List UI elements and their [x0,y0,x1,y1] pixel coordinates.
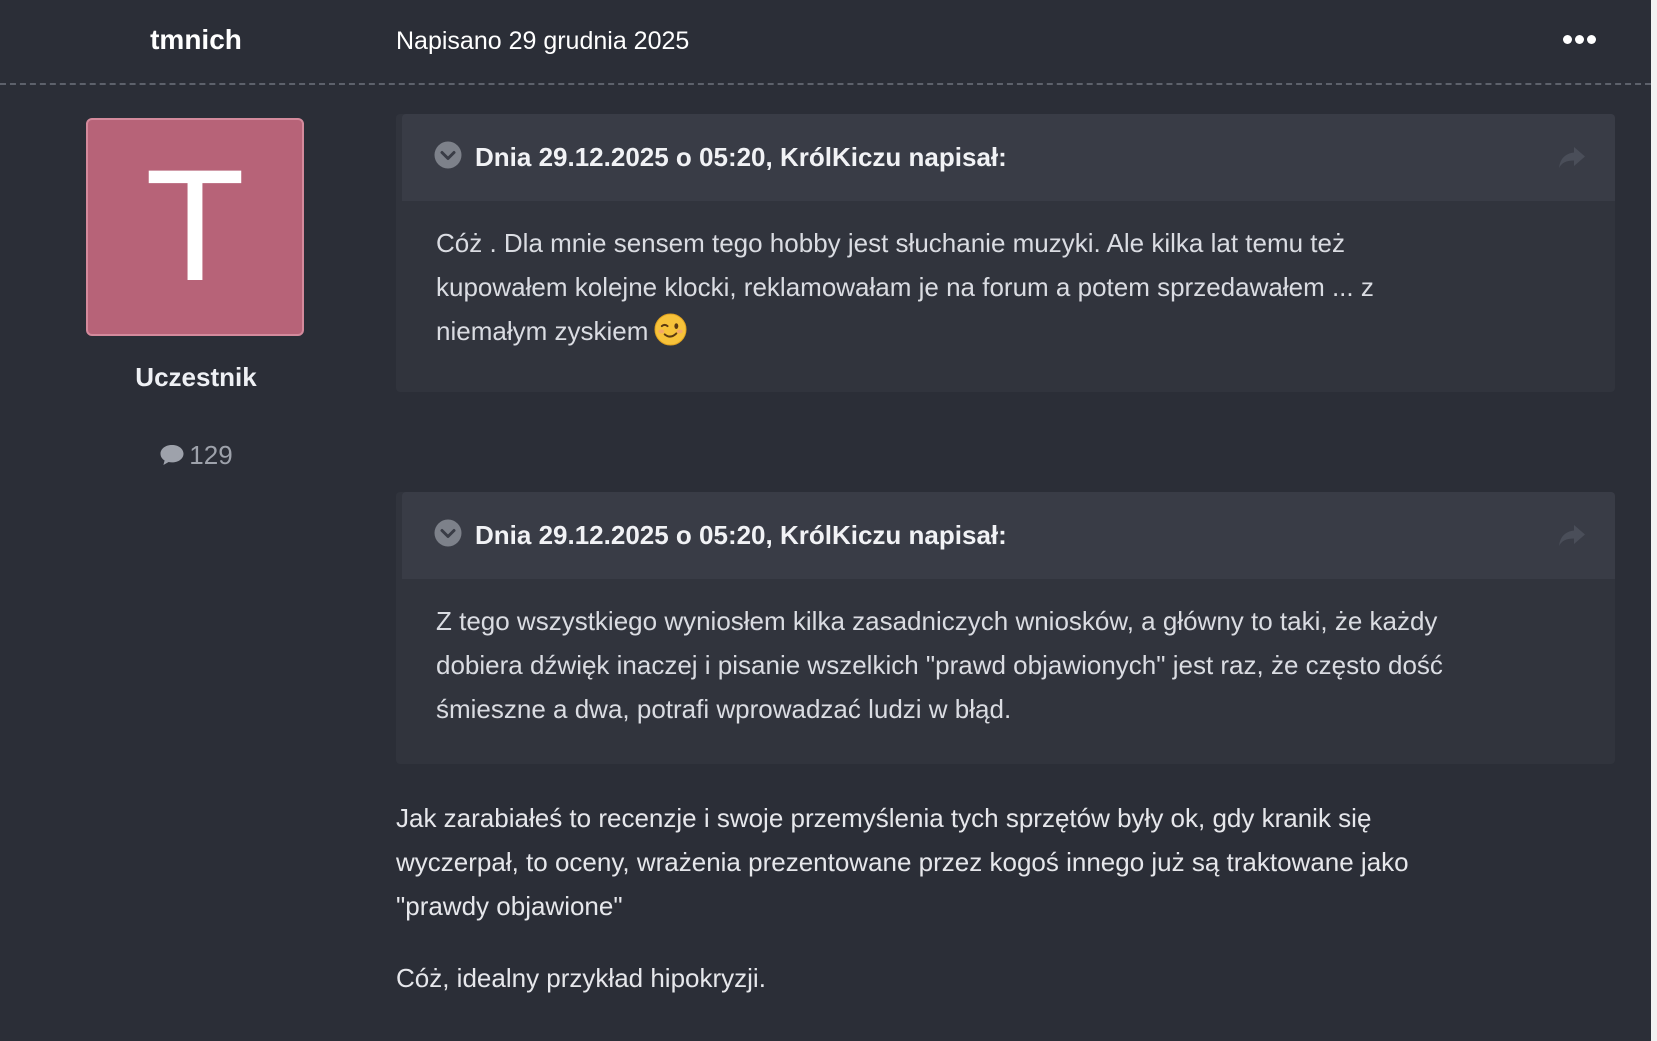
quote-citation: Dnia 29.12.2025 o 05:20, KrólKiczu napis… [475,142,1007,172]
post-count[interactable]: 129 [0,440,392,471]
post-count-value: 129 [189,440,233,470]
user-rank: Uczestnik [135,362,257,392]
quote-line: niemałym zyskiem [436,309,1575,353]
window-edge [1651,0,1657,1041]
quote-line: kupowałem kolejne klocki, reklamowałam j… [436,272,1374,302]
post-body: Jak zarabiałeś to recenzje i swoje przem… [396,796,1615,928]
quote-line: Cóż . Dla mnie sensem tego hobby jest sł… [436,228,1345,258]
quote-text: Cóż . Dla mnie sensem tego hobby jest sł… [396,201,1615,381]
quote-line: śmieszne a dwa, potrafi wprowadzać ludzi… [436,694,1012,724]
quote-citation: Dnia 29.12.2025 o 05:20, KrólKiczu napis… [475,520,1007,550]
quote-header: Dnia 29.12.2025 o 05:20, KrólKiczu napis… [402,492,1615,579]
post-line: "prawdy objawione" [396,891,623,921]
post-closing: Cóż, idealny przykład hipokryzji. [396,963,766,993]
ellipsis-icon[interactable] [1561,30,1597,50]
quote-header: Dnia 29.12.2025 o 05:20, KrólKiczu napis… [402,114,1615,201]
post-date[interactable]: Napisano 29 grudnia 2025 [396,27,689,56]
share-arrow-icon[interactable] [1557,144,1587,170]
post-line: wyczerpał, to oceny, wrażenia prezentowa… [396,847,1409,877]
winking-face-emoji [654,313,687,346]
quote-text: Z tego wszystkiego wyniosłem kilka zasad… [396,579,1615,759]
post-line: Jak zarabiałeś to recenzje i swoje przem… [396,803,1372,833]
quote-line-text: niemałym zyskiem [436,316,649,346]
quote-line: dobiera dźwięk inaczej i pisanie wszelki… [436,650,1443,680]
quote-block: Dnia 29.12.2025 o 05:20, KrólKiczu napis… [396,492,1615,764]
avatar[interactable]: T [86,118,304,336]
chevron-down-circle-icon[interactable] [434,141,462,169]
speech-bubble-icon [160,445,184,465]
share-arrow-icon[interactable] [1557,522,1587,548]
chevron-down-circle-icon[interactable] [434,519,462,547]
quote-block: Dnia 29.12.2025 o 05:20, KrólKiczu napis… [396,114,1615,392]
quote-line: Z tego wszystkiego wyniosłem kilka zasad… [436,606,1438,636]
post-header: tmnich Napisano 29 grudnia 2025 [0,0,1651,85]
author-name[interactable]: tmnich [0,24,392,56]
